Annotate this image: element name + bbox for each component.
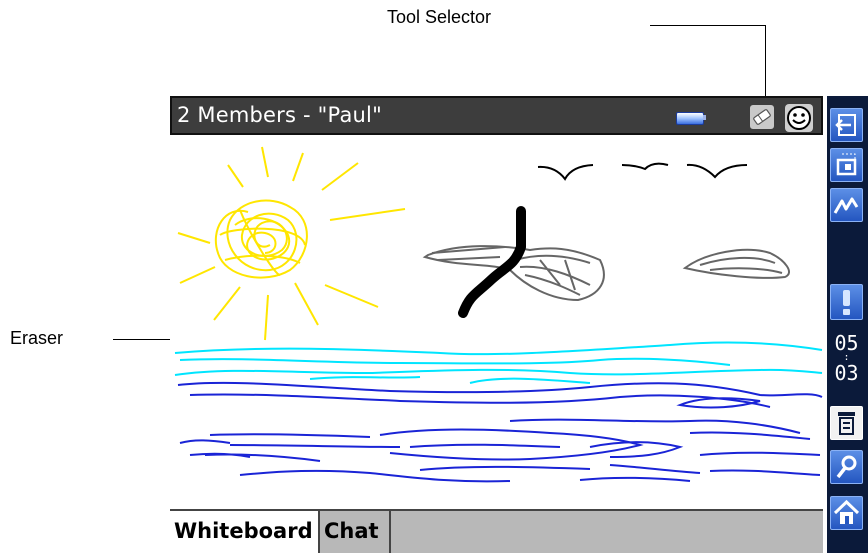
tool-selector-callout: Tool Selector [387,7,492,27]
ink-stroke [458,206,526,318]
birds-drawing [537,162,748,181]
tab-whiteboard[interactable]: Whiteboard [170,511,320,553]
exit-icon[interactable] [830,108,863,142]
draw-icon[interactable] [830,188,863,222]
battery-icon [676,112,704,125]
tab-bar: Whiteboard Chat [170,509,823,553]
callout-line [650,25,766,26]
title-bar: 2 Members - "Paul" [170,96,823,135]
device-screen: 2 Members - "Paul" Whiteboard Chat 05: … [170,96,868,553]
system-sidebar: 05 : 03 [827,96,868,553]
emoticon-icon[interactable] [784,103,814,133]
battery-tip [703,115,706,120]
whiteboard-canvas[interactable] [170,135,823,509]
sea-drawing [174,341,823,483]
clock: 05 : 03 [830,332,863,396]
home-icon[interactable] [830,496,863,530]
clock-minute: 03 [834,361,859,385]
search-icon[interactable] [830,450,863,484]
eraser-tool-icon[interactable] [750,105,774,129]
alert-icon[interactable] [830,284,863,320]
eraser-callout: Eraser [10,328,64,348]
session-title: 2 Members - "Paul" [177,103,382,127]
callout-line [765,25,766,105]
sun-drawing [177,146,406,341]
tab-chat[interactable]: Chat [320,511,391,553]
clock-hour: 05 [834,331,859,355]
menu-icon[interactable] [830,406,863,440]
window-icon[interactable] [830,148,863,182]
